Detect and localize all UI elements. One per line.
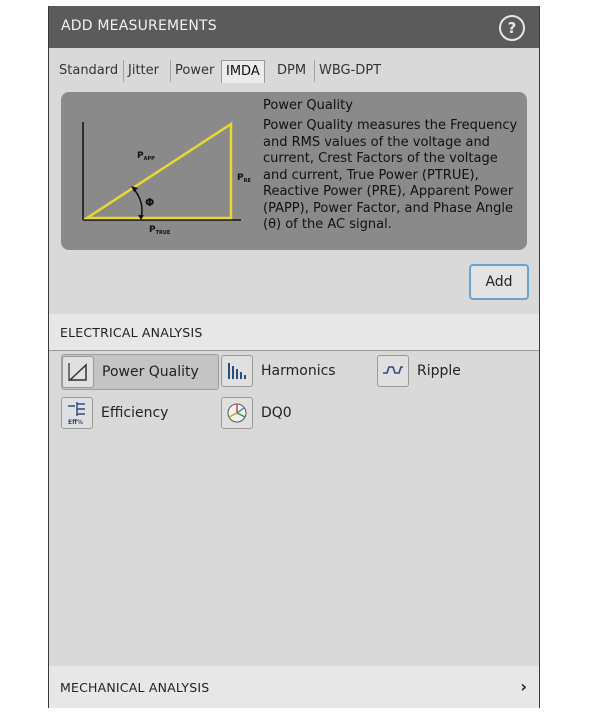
chevron-right-icon: › [520,677,527,696]
measurement-label: Efficiency [101,405,169,421]
svg-text:Eff%: Eff% [68,419,83,426]
electrical-analysis-label: ELECTRICAL ANALYSIS [60,325,203,340]
efficiency-icon: Eff% [61,397,93,429]
mechanical-analysis-label: MECHANICAL ANALYSIS [60,680,210,695]
tab-standard[interactable]: Standard [55,60,122,82]
tab-power[interactable]: Power [170,60,218,82]
title-bar: ADD MEASUREMENTS ? [49,6,539,48]
p-app-label: PAPP [137,151,155,162]
measurement-power-quality[interactable]: Power Quality [61,354,219,390]
harmonics-icon [221,355,253,387]
angle-arc [132,187,143,219]
measurement-dq0[interactable]: DQ0 [221,396,292,430]
measurement-label: DQ0 [261,405,292,421]
description-text: Power Quality measures the Frequency and… [263,118,518,232]
tab-wbg-dpt[interactable]: WBG-DPT [314,60,385,82]
p-true-label: PTRUE [149,225,171,236]
add-measurements-panel: ADD MEASUREMENTS ? Standard Jitter Power… [48,6,540,708]
dq0-icon [221,397,253,429]
tab-jitter[interactable]: Jitter [123,60,163,82]
measurement-label: Harmonics [261,363,336,379]
ripple-icon [377,355,409,387]
tab-bar: Standard Jitter Power IMDA DPM WBG-DPT [49,60,539,83]
add-button[interactable]: Add [469,264,529,300]
measurement-harmonics[interactable]: Harmonics [221,354,336,388]
help-icon: ? [507,19,517,37]
angle-label: Φ [145,196,154,209]
power-quality-icon [62,356,94,388]
measurement-label: Power Quality [102,364,199,380]
tab-imda[interactable]: IMDA [221,60,265,83]
power-triangle [82,121,233,220]
tab-dpm[interactable]: DPM [273,60,310,82]
measurement-ripple[interactable]: Ripple [377,354,461,388]
p-re-label: PRE [237,173,251,184]
help-button[interactable]: ? [499,15,525,41]
mechanical-analysis-header[interactable]: MECHANICAL ANALYSIS › [49,666,539,708]
window-title: ADD MEASUREMENTS [61,18,217,34]
measurement-efficiency[interactable]: Eff% Efficiency [61,396,168,430]
measurement-label: Ripple [417,363,461,379]
power-triangle-diagram: Φ PAPP PRE PTRUE [82,121,251,236]
electrical-analysis-header[interactable]: ELECTRICAL ANALYSIS [49,314,539,351]
description-title: Power Quality [263,98,353,113]
description-box: Φ PAPP PRE PTRUE Power Quality Power Qua… [61,92,527,250]
